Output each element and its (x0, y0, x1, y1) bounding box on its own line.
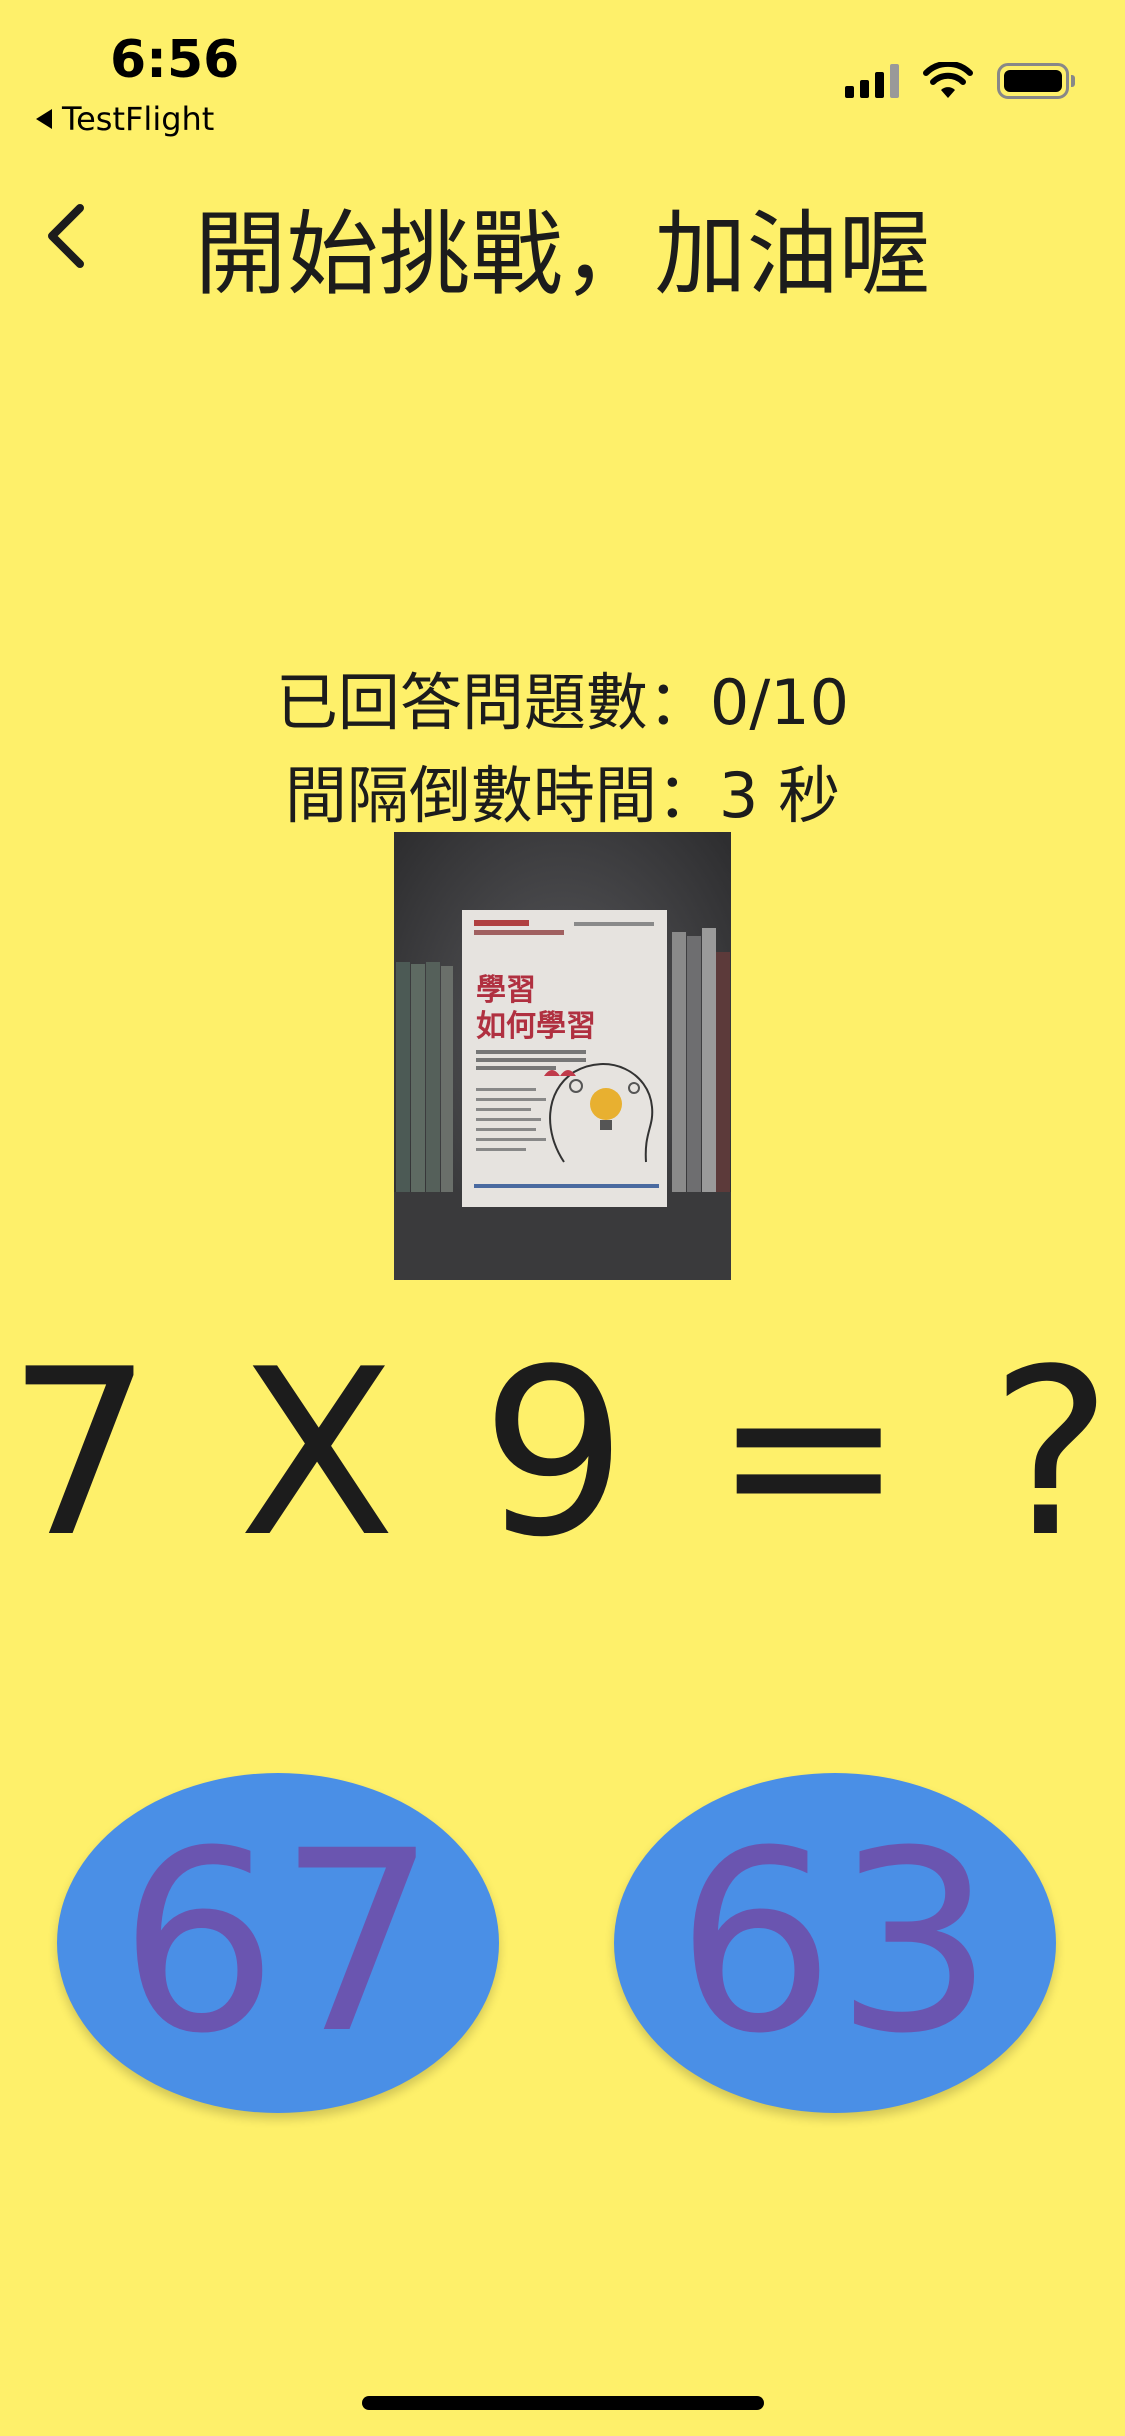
back-to-testflight-link[interactable]: TestFlight (36, 100, 214, 138)
answer-button-label: 63 (675, 1797, 995, 2088)
answer-button-2[interactable]: 63 (614, 1773, 1056, 2113)
countdown-text: 間隔倒數時間：3 秒 (284, 759, 841, 832)
status-time: 6:56 (110, 30, 240, 90)
answer-button-1[interactable]: 67 (57, 1773, 499, 2113)
wifi-icon (923, 62, 973, 98)
page-title: 開始挑戰，加油喔 (194, 201, 931, 308)
answer-button-label: 67 (118, 1797, 438, 2088)
back-app-label: TestFlight (62, 100, 215, 138)
answered-count-text: 已回答問題數：0/10 (275, 666, 850, 739)
book-title-text: 如何學習 (476, 1009, 596, 1044)
home-indicator[interactable] (362, 2396, 764, 2410)
signal-icon (845, 64, 899, 98)
book-subtitle-text: 學習 (476, 973, 536, 1008)
battery-icon (997, 63, 1075, 99)
back-triangle-icon (36, 109, 52, 129)
question-text: 7 X 9 = ? (6, 1321, 1119, 1588)
book-photo: 學習 如何學習 (394, 832, 731, 1280)
status-icons (845, 62, 1075, 100)
book-photo-illustration: 學習 如何學習 (394, 832, 731, 1280)
